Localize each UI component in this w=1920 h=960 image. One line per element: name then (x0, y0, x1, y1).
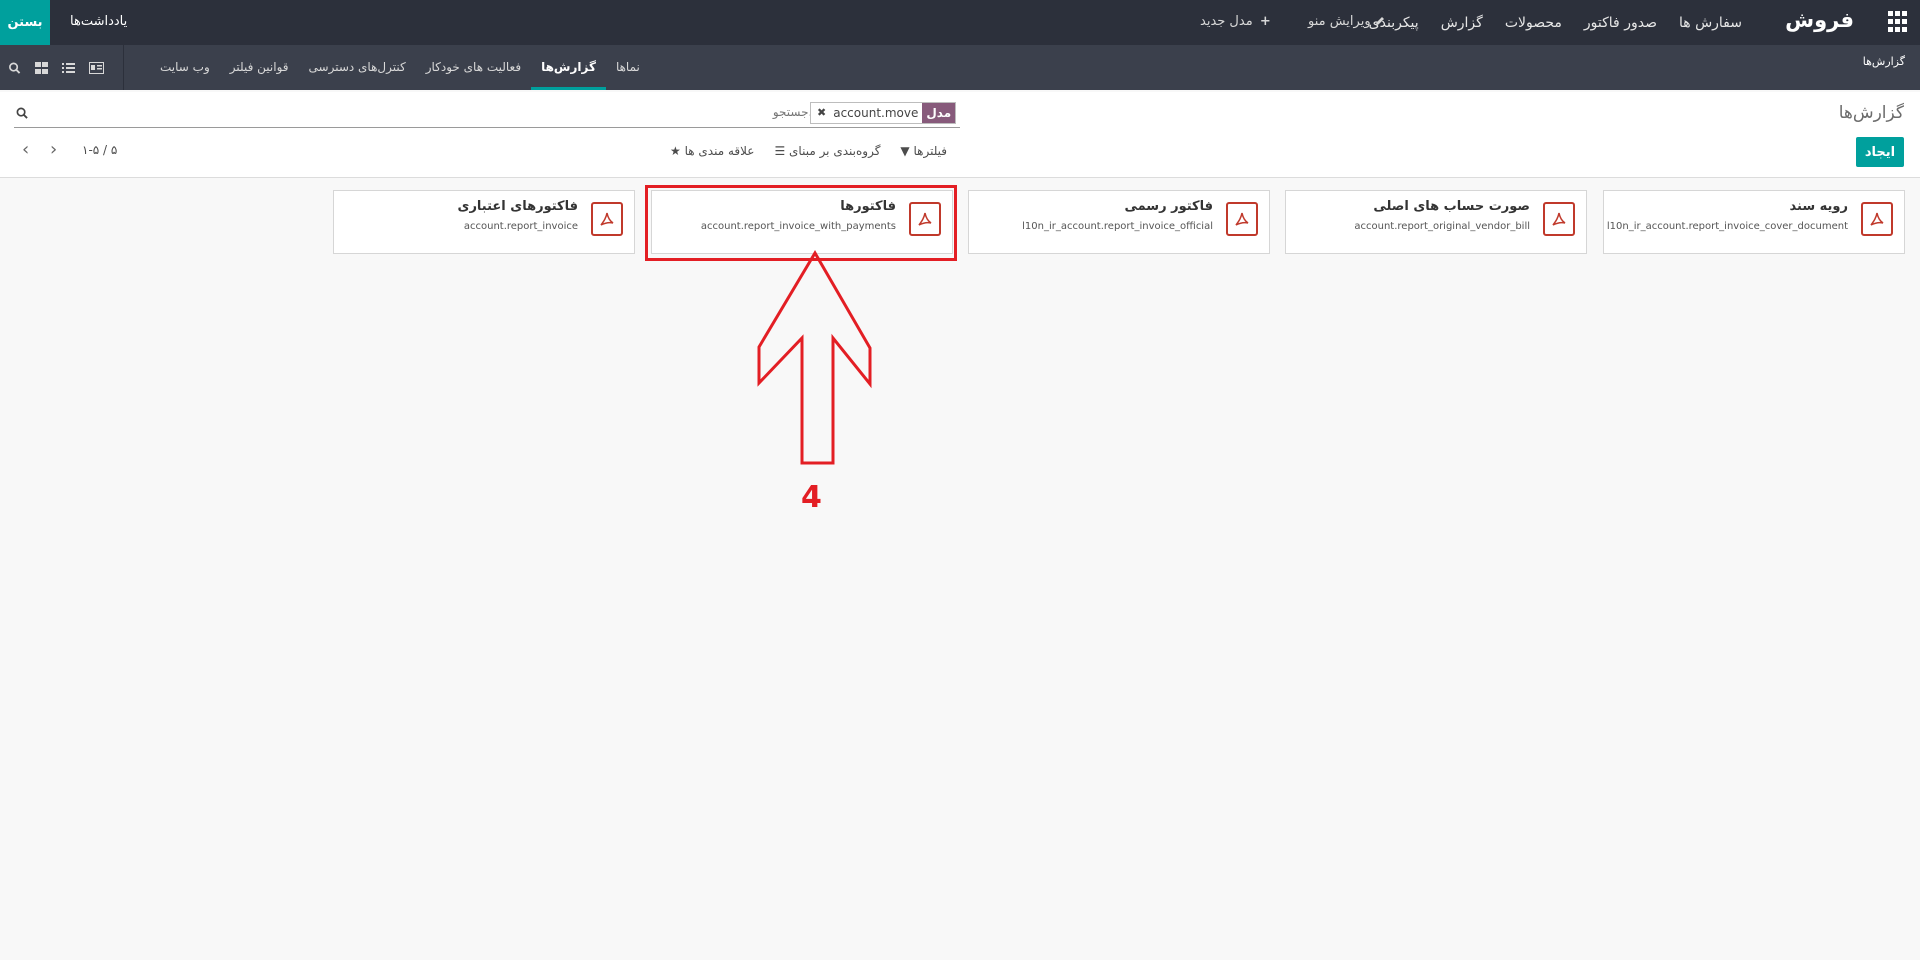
report-card-original-vendor-bill[interactable]: صورت حساب های اصلی account.report_origin… (1285, 190, 1587, 254)
new-model-label: مدل جدید (1200, 14, 1253, 29)
up-arrow-annotation (757, 250, 872, 465)
card-title: صورت حساب های اصلی (1373, 199, 1530, 214)
top-navbar: فروش سفارش ها صدور فاکتور محصولات گزارش … (0, 0, 1920, 45)
pencil-icon (1375, 17, 1384, 25)
page-title: گزارش‌ها (1838, 103, 1904, 123)
editor-subbar: گزارش‌ها نماها گزارش‌ها فعالیت های خودکا… (0, 45, 1920, 90)
card-subtitle: l10n_ir_account.report_invoice_official (1022, 221, 1213, 232)
menu-item-reporting[interactable]: گزارش (1441, 15, 1483, 31)
tab-access-controls[interactable]: کنترل‌های دسترسی (299, 45, 416, 90)
control-panel: گزارش‌ها ایجاد مدل account.move ✖ ▼ فیلت… (0, 92, 1920, 178)
view-switcher (0, 45, 124, 90)
main-menu: سفارش ها صدور فاکتور محصولات گزارش پیکرب… (1369, 0, 1742, 45)
filter-icon: ▼ (900, 144, 910, 158)
filters-label: فیلترها (913, 144, 948, 158)
tab-filter-rules[interactable]: قوانین فیلتر (220, 45, 299, 90)
plus-icon: + (1259, 14, 1271, 29)
new-model-button[interactable]: مدل جدید + (1200, 14, 1271, 29)
card-subtitle: l10n_ir_account.report_invoice_cover_doc… (1606, 221, 1848, 232)
favorites-button[interactable]: ★ علاقه مندی ها (670, 144, 754, 158)
editor-tabs: نماها گزارش‌ها فعالیت های خودکار کنترل‌ه… (150, 45, 650, 90)
filters-button[interactable]: ▼ فیلترها (900, 144, 947, 158)
card-title: فاکتور رسمی (1124, 199, 1213, 214)
card-subtitle: account.report_original_vendor_bill (1354, 221, 1530, 232)
chevron-left-icon[interactable]: ‹ (22, 139, 29, 160)
pdf-icon (591, 202, 623, 236)
facet-label: مدل (922, 103, 956, 123)
search-facet: مدل account.move ✖ (810, 102, 957, 124)
report-card-cover-document[interactable]: رویه سند l10n_ir_account.report_invoice_… (1603, 190, 1905, 254)
app-brand[interactable]: فروش (1785, 8, 1854, 32)
form-view-icon[interactable] (89, 61, 104, 74)
pdf-icon (1226, 202, 1258, 236)
pager-value[interactable]: ۱-۵ / ۵ (82, 143, 117, 157)
favorites-label: علاقه مندی ها (684, 144, 755, 158)
chevron-right-icon[interactable]: › (50, 139, 57, 160)
report-card-invoice-official[interactable]: فاکتور رسمی l10n_ir_account.report_invoi… (968, 190, 1270, 254)
bars-icon: ☰ (774, 144, 786, 158)
card-subtitle: account.report_invoice (463, 221, 578, 232)
menu-item-products[interactable]: محصولات (1505, 15, 1562, 31)
card-title: رویه سند (1789, 199, 1848, 214)
pdf-icon (1543, 202, 1575, 236)
list-view-icon[interactable] (62, 62, 75, 74)
step-number: 4 (801, 480, 822, 515)
card-title: فاکتورهای اعتباری (457, 199, 578, 214)
pdf-icon (1861, 202, 1893, 236)
notes-button[interactable]: یادداشت‌ها (70, 14, 127, 29)
search-input[interactable] (680, 105, 820, 119)
tab-views[interactable]: نماها (606, 45, 650, 90)
breadcrumb: گزارش‌ها (1862, 55, 1905, 68)
menu-item-invoicing[interactable]: صدور فاکتور (1584, 15, 1657, 31)
tab-website[interactable]: وب سایت (150, 45, 220, 90)
apps-grid-icon[interactable] (1888, 11, 1910, 33)
tab-automated-actions[interactable]: فعالیت های خودکار (416, 45, 531, 90)
search-icon[interactable] (8, 62, 21, 74)
search-options: ▼ فیلترها ☰ گروه‌بندی بر مبنای ★ علاقه م… (670, 144, 947, 158)
edit-menu-button[interactable]: ویرایش منو (1308, 14, 1385, 29)
menu-item-orders[interactable]: سفارش ها (1679, 15, 1742, 31)
search-icon[interactable] (16, 107, 28, 119)
group-by-button[interactable]: ☰ گروه‌بندی بر مبنای (774, 144, 880, 158)
tab-reports[interactable]: گزارش‌ها (531, 45, 606, 90)
facet-value: account.move (829, 103, 923, 123)
facet-remove-icon[interactable]: ✖ (811, 103, 830, 123)
edit-menu-label: ویرایش منو (1308, 14, 1371, 29)
report-card-credit-invoices[interactable]: فاکتورهای اعتباری account.report_invoice (333, 190, 635, 254)
kanban-view-icon[interactable] (35, 61, 48, 74)
close-button[interactable]: بستن (0, 0, 50, 45)
create-button[interactable]: ایجاد (1856, 137, 1904, 167)
star-icon: ★ (670, 144, 681, 158)
group-by-label: گروه‌بندی بر مبنای (789, 144, 881, 158)
